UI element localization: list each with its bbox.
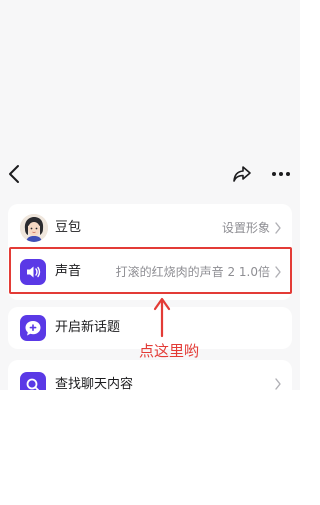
new-topic-label: 开启新话题 (55, 320, 121, 335)
top-nav (0, 158, 300, 190)
share-icon[interactable] (232, 165, 252, 183)
blank-area (0, 390, 300, 505)
arrow-up-icon (153, 297, 171, 338)
chat-plus-icon (20, 315, 46, 341)
chevron-left-icon[interactable] (6, 164, 24, 184)
search-chat-row[interactable]: 查找聊天内容 (8, 364, 292, 390)
profile-label: 豆包 (55, 220, 82, 235)
search-chat-label: 查找聊天内容 (55, 377, 134, 390)
chevron-right-icon (275, 378, 281, 390)
annotation-text: 点这里哟 (139, 342, 200, 360)
more-dots-icon[interactable] (270, 166, 292, 182)
highlight-box (9, 247, 292, 294)
search-icon (20, 372, 46, 390)
profile-value: 设置形象 (221, 221, 270, 235)
avatar (20, 214, 48, 242)
profile-row[interactable]: 豆包 设置形象 (8, 206, 292, 250)
settings-card-search: 查找聊天内容 (8, 360, 292, 390)
chevron-right-icon (275, 222, 281, 234)
